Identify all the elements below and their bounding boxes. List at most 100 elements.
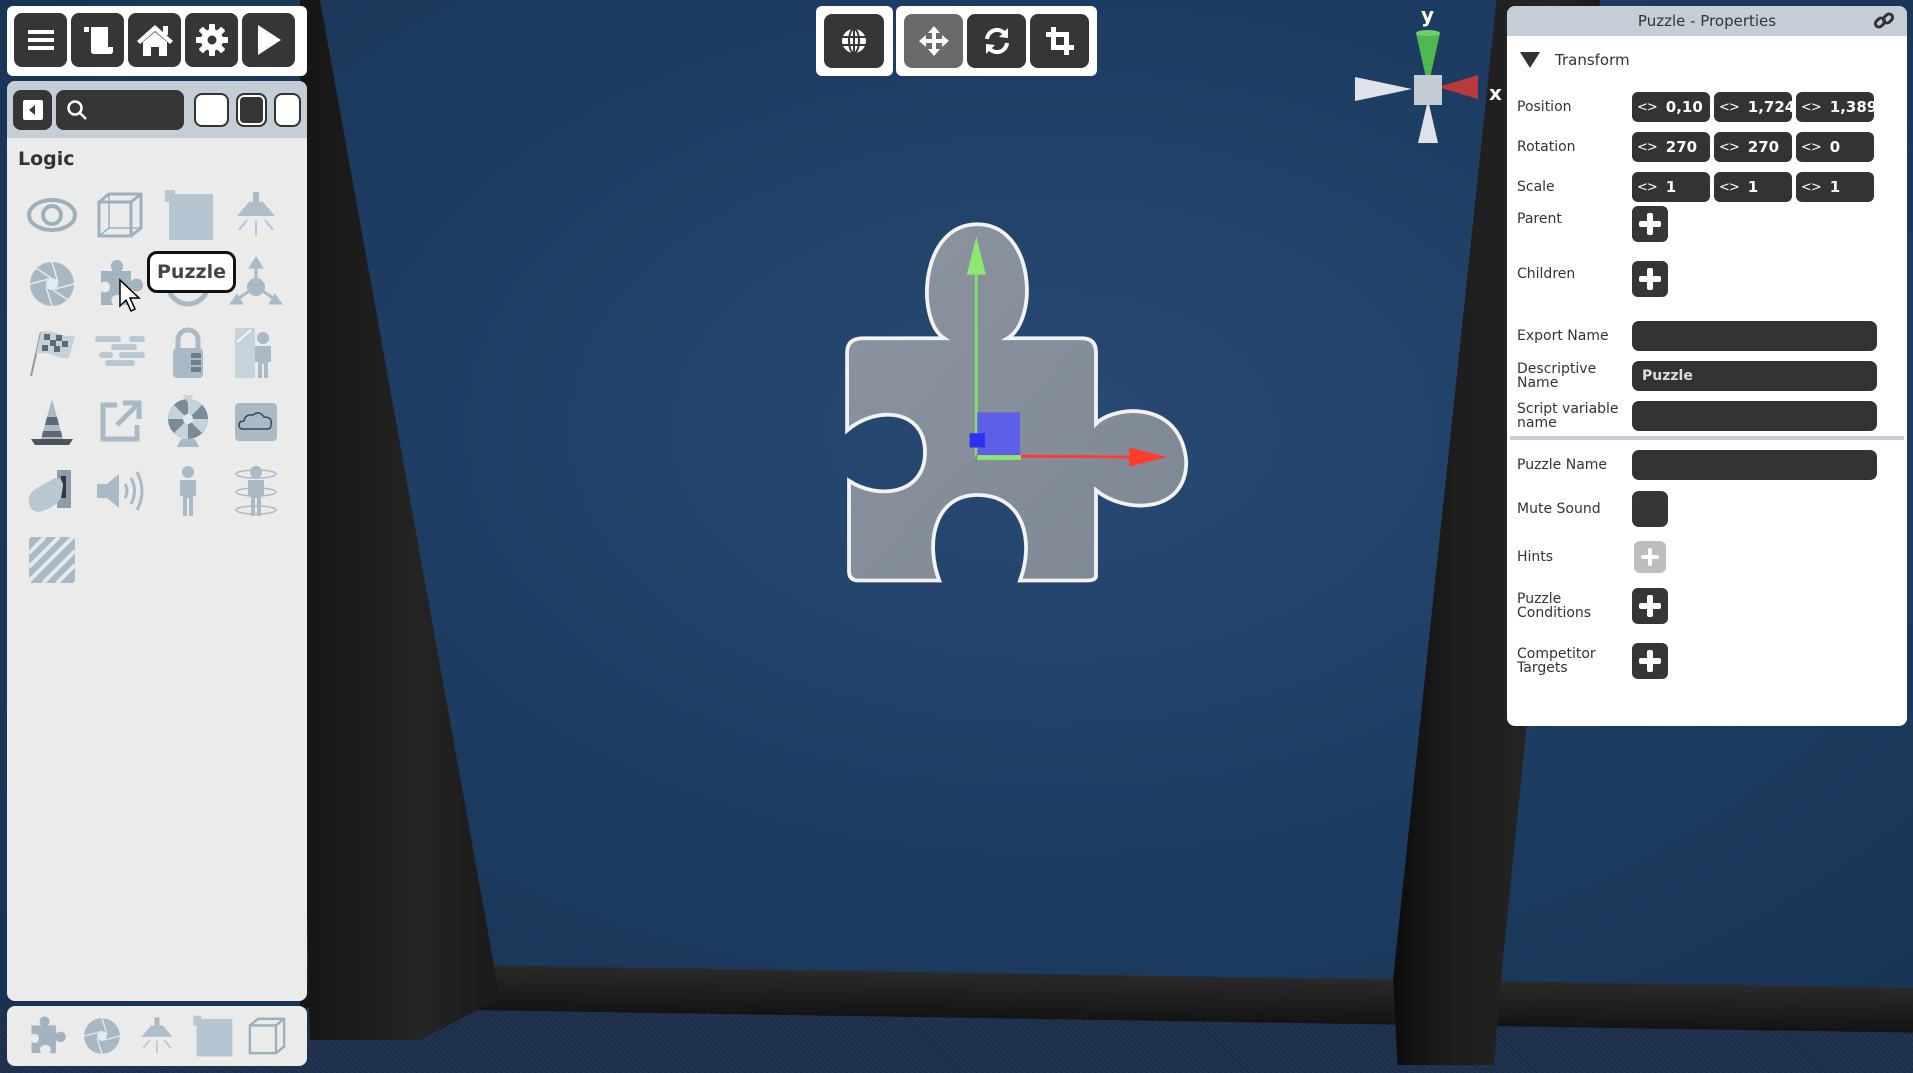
library-item-sound[interactable]	[86, 456, 154, 525]
collapse-triangle-icon	[1520, 52, 1540, 68]
library-item-eye[interactable]	[18, 180, 86, 249]
library-item-checkered-flag[interactable]	[18, 318, 86, 387]
script-variable-row: Script variable name	[1507, 401, 1907, 431]
play-button[interactable]	[242, 13, 295, 67]
library-item-mirror[interactable]	[222, 318, 290, 387]
favorite-puzzle[interactable]	[25, 1014, 69, 1058]
position-z-field[interactable]: <> 1,389	[1796, 92, 1877, 122]
position-y-field[interactable]: <> 1,724	[1714, 92, 1795, 122]
y-axis-label: y	[1421, 3, 1435, 27]
scroll-button[interactable]	[71, 13, 124, 67]
search-input[interactable]	[94, 101, 185, 118]
favorite-wireframe-cube[interactable]	[245, 1014, 289, 1058]
puzzle-conditions-label: Puzzle Conditions	[1517, 591, 1592, 621]
export-name-row: Export Name	[1507, 321, 1907, 351]
mute-sound-checkbox[interactable]	[1632, 491, 1668, 527]
library-item-person[interactable]	[154, 456, 222, 525]
descriptive-name-label: Descriptive Name	[1517, 361, 1597, 391]
add-hint-button[interactable]	[1634, 541, 1666, 573]
drag-arrows-icon: <>	[1637, 179, 1658, 195]
library-item-aperture[interactable]	[18, 249, 86, 318]
favorite-panel[interactable]	[190, 1014, 234, 1058]
library-item-wireframe-cube[interactable]	[86, 180, 154, 249]
hatched-square-icon	[27, 535, 77, 584]
lamp-icon	[141, 1017, 173, 1054]
library-item-cloud[interactable]	[222, 387, 290, 456]
add-puzzle-condition-button[interactable]	[1632, 588, 1668, 624]
panel-icon	[165, 189, 213, 240]
puzzle-name-input[interactable]	[1632, 450, 1877, 480]
z-axis-handle[interactable]	[969, 433, 985, 448]
scale-tool-button[interactable]	[1030, 14, 1089, 68]
drag-arrows-icon: <>	[1719, 139, 1740, 155]
rotation-row: Rotation <> 270 <> 270 <> 0	[1507, 132, 1907, 162]
drag-arrows-icon: <>	[1637, 99, 1658, 115]
rotation-x-field[interactable]: <> 270	[1632, 132, 1710, 162]
parent-label: Parent	[1517, 211, 1562, 227]
theme-swatch-small[interactable]	[273, 92, 302, 127]
add-competitor-target-button[interactable]	[1632, 643, 1668, 679]
menu-button[interactable]	[14, 13, 67, 67]
rotation-y-field[interactable]: <> 270	[1714, 132, 1792, 162]
export-name-input[interactable]	[1632, 321, 1877, 351]
position-x-field[interactable]: <> 0,10	[1632, 92, 1710, 122]
mute-sound-row: Mute Sound	[1507, 491, 1907, 527]
script-variable-input[interactable]	[1632, 401, 1877, 431]
scale-y-field[interactable]: <> 1	[1714, 172, 1792, 202]
library-item-cone[interactable]	[18, 387, 86, 456]
view-toolbar	[816, 6, 893, 76]
library-item-lock[interactable]	[154, 318, 222, 387]
add-children-button[interactable]	[1632, 261, 1668, 297]
favorite-aperture[interactable]	[80, 1014, 124, 1058]
selected-puzzle-object[interactable]	[820, 210, 1220, 590]
collapse-panel-button[interactable]	[13, 89, 53, 130]
library-item-lamp[interactable]	[222, 180, 290, 249]
link-icon[interactable]	[1873, 10, 1895, 32]
library-search[interactable]	[56, 89, 185, 130]
properties-titlebar[interactable]: Puzzle - Properties	[1507, 6, 1907, 36]
position-row: Position <> 0,10 <> 1,724 <> 1,389	[1507, 92, 1907, 122]
scale-z-field[interactable]: <> 1	[1796, 172, 1874, 202]
hand-keycard-icon	[28, 469, 71, 512]
eye-icon	[27, 197, 77, 232]
world-space-toggle[interactable]	[824, 14, 884, 68]
add-parent-button[interactable]	[1632, 206, 1668, 242]
hints-row: Hints	[1507, 541, 1907, 573]
descriptive-name-input[interactable]	[1632, 361, 1877, 391]
scale-label: Scale	[1517, 179, 1555, 195]
puzzle-piece-mesh	[845, 222, 1189, 583]
children-label: Children	[1517, 266, 1576, 282]
wireframe-cube-icon	[249, 1017, 286, 1055]
x-axis-label: x	[1489, 81, 1502, 105]
theme-swatch-dark[interactable]	[236, 92, 267, 127]
scale-x-field[interactable]: <> 1	[1632, 172, 1710, 202]
transform-section-title: Transform	[1555, 51, 1630, 69]
library-item-hatched-area[interactable]	[18, 525, 86, 594]
globe-icon	[842, 28, 866, 54]
axis-cube-icon[interactable]	[1350, 5, 1510, 165]
xz-plane-edge	[977, 455, 1021, 460]
move-tool-button[interactable]	[904, 14, 963, 68]
parent-row: Parent	[1507, 206, 1907, 242]
orientation-gizmo[interactable]: y x	[1350, 3, 1510, 165]
library-item-wheel[interactable]	[154, 387, 222, 456]
library-item-external-link[interactable]	[86, 387, 154, 456]
crop-icon	[1045, 27, 1074, 55]
library-item-panel[interactable]	[154, 180, 222, 249]
transform-section-toggle[interactable]: Transform	[1507, 36, 1907, 84]
hints-label: Hints	[1517, 549, 1554, 565]
favorite-lamp[interactable]	[135, 1014, 179, 1058]
drag-arrows-icon: <>	[1801, 179, 1822, 195]
home-button[interactable]	[128, 13, 181, 67]
rotate-tool-button[interactable]	[967, 14, 1026, 68]
category-title: Logic	[18, 148, 75, 170]
settings-button[interactable]	[185, 13, 238, 67]
combination-lock-icon	[173, 327, 203, 378]
puzzle-name-label: Puzzle Name	[1517, 457, 1608, 473]
library-item-dialogue[interactable]	[86, 318, 154, 387]
library-item-teleport-person[interactable]	[222, 456, 290, 525]
theme-swatch-light[interactable]	[194, 92, 230, 127]
play-icon	[257, 25, 281, 55]
rotation-z-field[interactable]: <> 0	[1796, 132, 1874, 162]
library-item-keycard[interactable]	[18, 456, 86, 525]
